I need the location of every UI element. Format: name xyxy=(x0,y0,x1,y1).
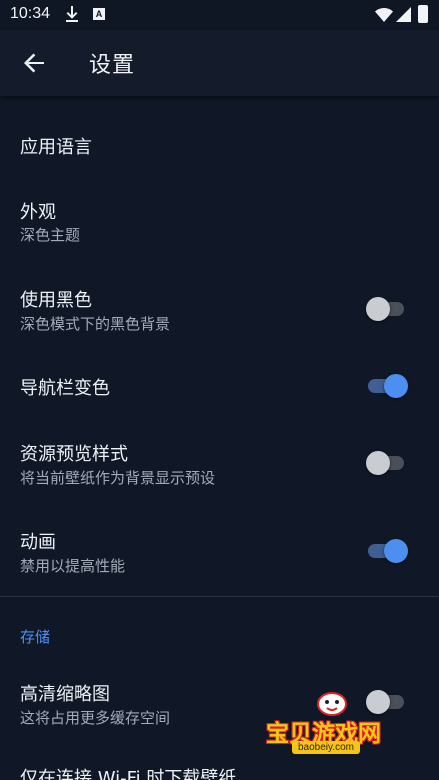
section-divider xyxy=(0,596,439,597)
setting-subtitle: 将当前壁纸作为背景显示预设 xyxy=(20,469,216,487)
app-bar: 设置 xyxy=(0,30,439,96)
setting-subtitle: 禁用以提高性能 xyxy=(20,557,126,575)
setting-title: 仅在连接 Wi-Fi 时下载壁纸 xyxy=(20,768,237,780)
nav-bar-color-toggle[interactable] xyxy=(366,373,408,399)
arrow-back-icon[interactable] xyxy=(22,52,46,74)
watermark-url: baobeiy.com xyxy=(292,741,360,754)
toggle-thumb xyxy=(366,451,390,475)
section-header-storage: 存储 xyxy=(20,628,51,646)
preview-style-toggle[interactable] xyxy=(366,450,408,476)
battery-icon xyxy=(418,5,428,23)
status-bar: 10:34 A xyxy=(0,0,439,30)
setting-title: 使用黑色 xyxy=(20,290,92,311)
toggle-thumb xyxy=(384,374,408,398)
animation-toggle[interactable] xyxy=(366,538,408,564)
setting-preview-style[interactable]: 资源预览样式 将当前壁纸作为背景显示预设 xyxy=(0,422,439,508)
watermark-logo: 宝贝游戏网 baobeiy.com xyxy=(262,688,412,760)
setting-nav-bar-color[interactable]: 导航栏变色 xyxy=(0,352,439,422)
page-title: 设置 xyxy=(89,53,136,78)
setting-title: 外观 xyxy=(20,202,56,223)
setting-use-black[interactable]: 使用黑色 深色模式下的黑色背景 xyxy=(0,268,439,352)
setting-subtitle: 深色主题 xyxy=(20,226,81,244)
setting-title: 动画 xyxy=(20,532,56,553)
status-time: 10:34 xyxy=(10,5,51,22)
setting-title: 高清缩略图 xyxy=(20,684,110,705)
signal-icon xyxy=(396,7,411,26)
wifi-icon xyxy=(375,7,393,26)
setting-animation[interactable]: 动画 禁用以提高性能 xyxy=(0,508,439,596)
setting-title: 应用语言 xyxy=(20,137,92,158)
setting-title: 资源预览样式 xyxy=(20,444,128,465)
use-black-toggle[interactable] xyxy=(366,296,408,322)
toggle-thumb xyxy=(384,539,408,563)
a-badge-icon: A xyxy=(93,8,105,20)
setting-subtitle: 深色模式下的黑色背景 xyxy=(20,315,171,333)
toggle-thumb xyxy=(366,297,390,321)
setting-appearance[interactable]: 外观 深色主题 xyxy=(0,188,439,268)
setting-title: 导航栏变色 xyxy=(20,378,110,399)
download-icon xyxy=(65,6,79,26)
setting-subtitle: 这将占用更多缓存空间 xyxy=(20,709,171,727)
mascot-icon xyxy=(314,688,350,716)
setting-app-language[interactable]: 应用语言 xyxy=(0,100,439,188)
